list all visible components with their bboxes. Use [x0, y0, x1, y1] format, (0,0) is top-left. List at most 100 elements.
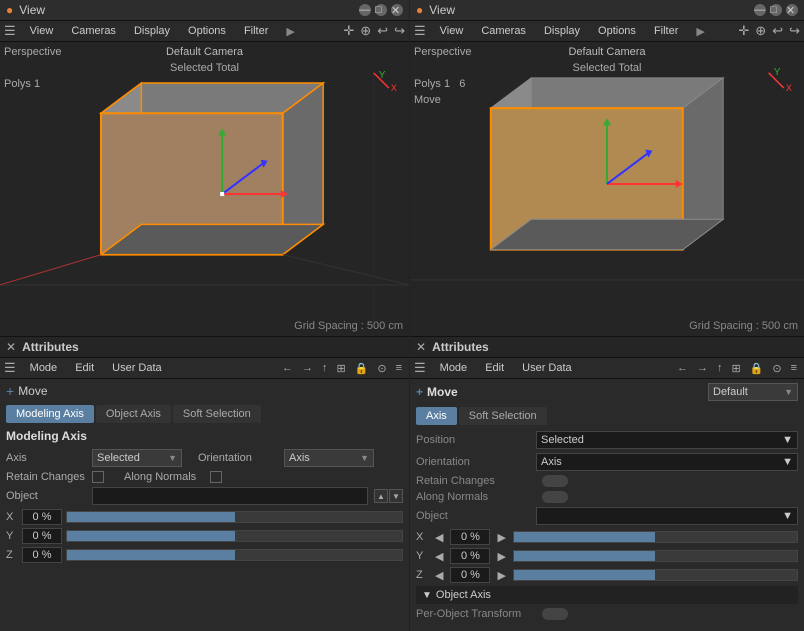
right-viewport[interactable]: Y X Perspective Default Camera Selected … [410, 42, 804, 336]
right-default-dropdown[interactable]: Default ▼ [708, 383, 798, 401]
right-attr-filter-icon[interactable]: ⊞ [728, 361, 743, 376]
right-menu-cameras[interactable]: Cameras [477, 24, 530, 38]
right-along-normals-label: Along Normals [416, 491, 536, 503]
right-orientation-dropdown[interactable]: Axis ▼ [536, 453, 798, 471]
right-attr-up-icon[interactable]: ↑ [714, 361, 726, 375]
left-viewport[interactable]: Y X Perspective Default Camera Selected … [0, 42, 409, 336]
left-attr-menu-mode[interactable]: Mode [26, 361, 62, 375]
left-close-btn[interactable]: ✕ [391, 4, 403, 16]
left-attr-up-icon[interactable]: ↑ [319, 361, 331, 375]
right-tab-soft-selection[interactable]: Soft Selection [459, 407, 547, 425]
right-toolbar-rotate-icon[interactable]: ⊕ [755, 23, 766, 39]
left-camera-label: Default Camera [166, 46, 243, 58]
left-x-value[interactable]: 0 % [22, 509, 62, 525]
right-hamburger-icon[interactable]: ☰ [414, 23, 426, 39]
right-menu-display[interactable]: Display [540, 24, 584, 38]
left-object-input[interactable] [92, 487, 368, 505]
right-attr-close-icon[interactable]: ✕ [416, 340, 426, 354]
left-attr-filter-icon[interactable]: ⊞ [333, 361, 348, 376]
right-toolbar-undo-icon[interactable]: ↩ [772, 23, 783, 39]
right-z-slider[interactable] [513, 569, 798, 581]
right-y-increment-icon[interactable]: ▶ [494, 549, 508, 564]
right-position-value: Selected [541, 434, 584, 446]
left-maximize-btn[interactable]: □ [375, 4, 387, 16]
right-polys-text: Polys 1 [414, 78, 450, 90]
left-object-up-btn[interactable]: ▲ [374, 489, 388, 503]
right-y-slider[interactable] [513, 550, 798, 562]
left-object-down-btn[interactable]: ▼ [389, 489, 403, 503]
left-orientation-dropdown[interactable]: Axis ▼ [284, 449, 374, 467]
right-retain-toggle[interactable] [542, 475, 568, 487]
right-toolbar-move-icon[interactable]: ✛ [738, 23, 749, 39]
left-toolbar-move-icon[interactable]: ✛ [343, 23, 354, 39]
left-z-slider[interactable] [66, 549, 403, 561]
right-x-value[interactable]: 0 % [450, 529, 490, 545]
right-attr-settings-icon[interactable]: ⊙ [769, 361, 784, 376]
right-menu-filter[interactable]: Filter [650, 24, 682, 38]
right-menu-view[interactable]: View [436, 24, 468, 38]
right-x-slider[interactable] [513, 531, 798, 543]
left-attr-hamburger-icon[interactable]: ☰ [4, 360, 16, 376]
right-position-dropdown[interactable]: Selected ▼ [536, 431, 798, 449]
left-y-slider[interactable] [66, 530, 403, 542]
right-x-increment-icon[interactable]: ▶ [494, 530, 508, 545]
left-menu-display[interactable]: Display [130, 24, 174, 38]
right-toolbar-redo-icon[interactable]: ↪ [789, 23, 800, 39]
right-attr-content: + Move Default ▼ Axis Soft Selection Pos… [410, 379, 804, 631]
left-attr-menu-userdata[interactable]: User Data [108, 361, 166, 375]
right-z-increment-icon[interactable]: ▶ [494, 568, 508, 583]
left-along-normals-checkbox[interactable] [210, 471, 222, 483]
right-along-normals-toggle[interactable] [542, 491, 568, 503]
right-attr-forward-icon[interactable]: → [694, 361, 711, 375]
right-x-decrement-icon[interactable]: ◀ [432, 530, 446, 545]
right-attr-lock-icon[interactable]: 🔒 [747, 361, 767, 376]
left-x-slider[interactable] [66, 511, 403, 523]
left-hamburger-icon[interactable]: ☰ [4, 23, 16, 39]
left-attr-settings-icon[interactable]: ⊙ [374, 361, 389, 376]
left-y-value[interactable]: 0 % [22, 528, 62, 544]
right-object-dropdown[interactable]: ▼ [536, 507, 798, 525]
right-tab-axis[interactable]: Axis [416, 407, 457, 425]
left-tab-object-axis[interactable]: Object Axis [96, 405, 171, 423]
left-retain-checkbox[interactable] [92, 471, 104, 483]
left-toolbar-redo-icon[interactable]: ↪ [394, 23, 405, 39]
right-per-object-toggle[interactable] [542, 608, 568, 620]
left-tab-modeling-axis[interactable]: Modeling Axis [6, 405, 94, 423]
right-y-decrement-icon[interactable]: ◀ [432, 549, 446, 564]
left-minimize-btn[interactable]: — [359, 4, 371, 16]
left-toolbar-undo-icon[interactable]: ↩ [377, 23, 388, 39]
left-axis-dropdown[interactable]: Selected ▼ [92, 449, 182, 467]
right-attr-menu-edit[interactable]: Edit [481, 361, 508, 375]
left-toolbar-rotate-icon[interactable]: ⊕ [360, 23, 371, 39]
left-attr-close-icon[interactable]: ✕ [6, 340, 16, 354]
right-y-value[interactable]: 0 % [450, 548, 490, 564]
left-menu-options[interactable]: Options [184, 24, 230, 38]
right-minimize-btn[interactable]: — [754, 4, 766, 16]
right-z-decrement-icon[interactable]: ◀ [432, 568, 446, 583]
left-attr-more-icon[interactable]: ≡ [393, 361, 405, 375]
right-attr-menu-userdata[interactable]: User Data [518, 361, 576, 375]
left-attr-menu-edit[interactable]: Edit [71, 361, 98, 375]
right-close-btn[interactable]: ✕ [786, 4, 798, 16]
left-menu-view[interactable]: View [26, 24, 58, 38]
left-plus-move[interactable]: + Move [6, 383, 403, 399]
right-retain-row: Retain Changes [416, 475, 798, 487]
right-attr-hamburger-icon[interactable]: ☰ [414, 360, 426, 376]
left-attr-forward-icon[interactable]: → [299, 361, 316, 375]
right-maximize-btn[interactable]: □ [770, 4, 782, 16]
right-menu-options[interactable]: Options [594, 24, 640, 38]
right-attr-menu-mode[interactable]: Mode [436, 361, 472, 375]
right-object-axis-arrow-icon[interactable]: ▼ [422, 590, 432, 601]
left-z-value[interactable]: 0 % [22, 547, 62, 563]
left-tab-soft-selection[interactable]: Soft Selection [173, 405, 261, 423]
left-attr-lock-icon[interactable]: 🔒 [352, 361, 372, 376]
right-z-value[interactable]: 0 % [450, 567, 490, 583]
left-menu-cameras[interactable]: Cameras [67, 24, 120, 38]
right-attr-more-icon[interactable]: ≡ [788, 361, 800, 375]
right-attr-back-icon[interactable]: ← [674, 361, 691, 375]
left-menu-expand-icon[interactable]: ▶ [286, 25, 294, 38]
right-menu-expand-icon[interactable]: ▶ [696, 25, 704, 38]
left-attr-back-icon[interactable]: ← [279, 361, 296, 375]
svg-text:Y: Y [774, 67, 781, 78]
left-menu-filter[interactable]: Filter [240, 24, 272, 38]
